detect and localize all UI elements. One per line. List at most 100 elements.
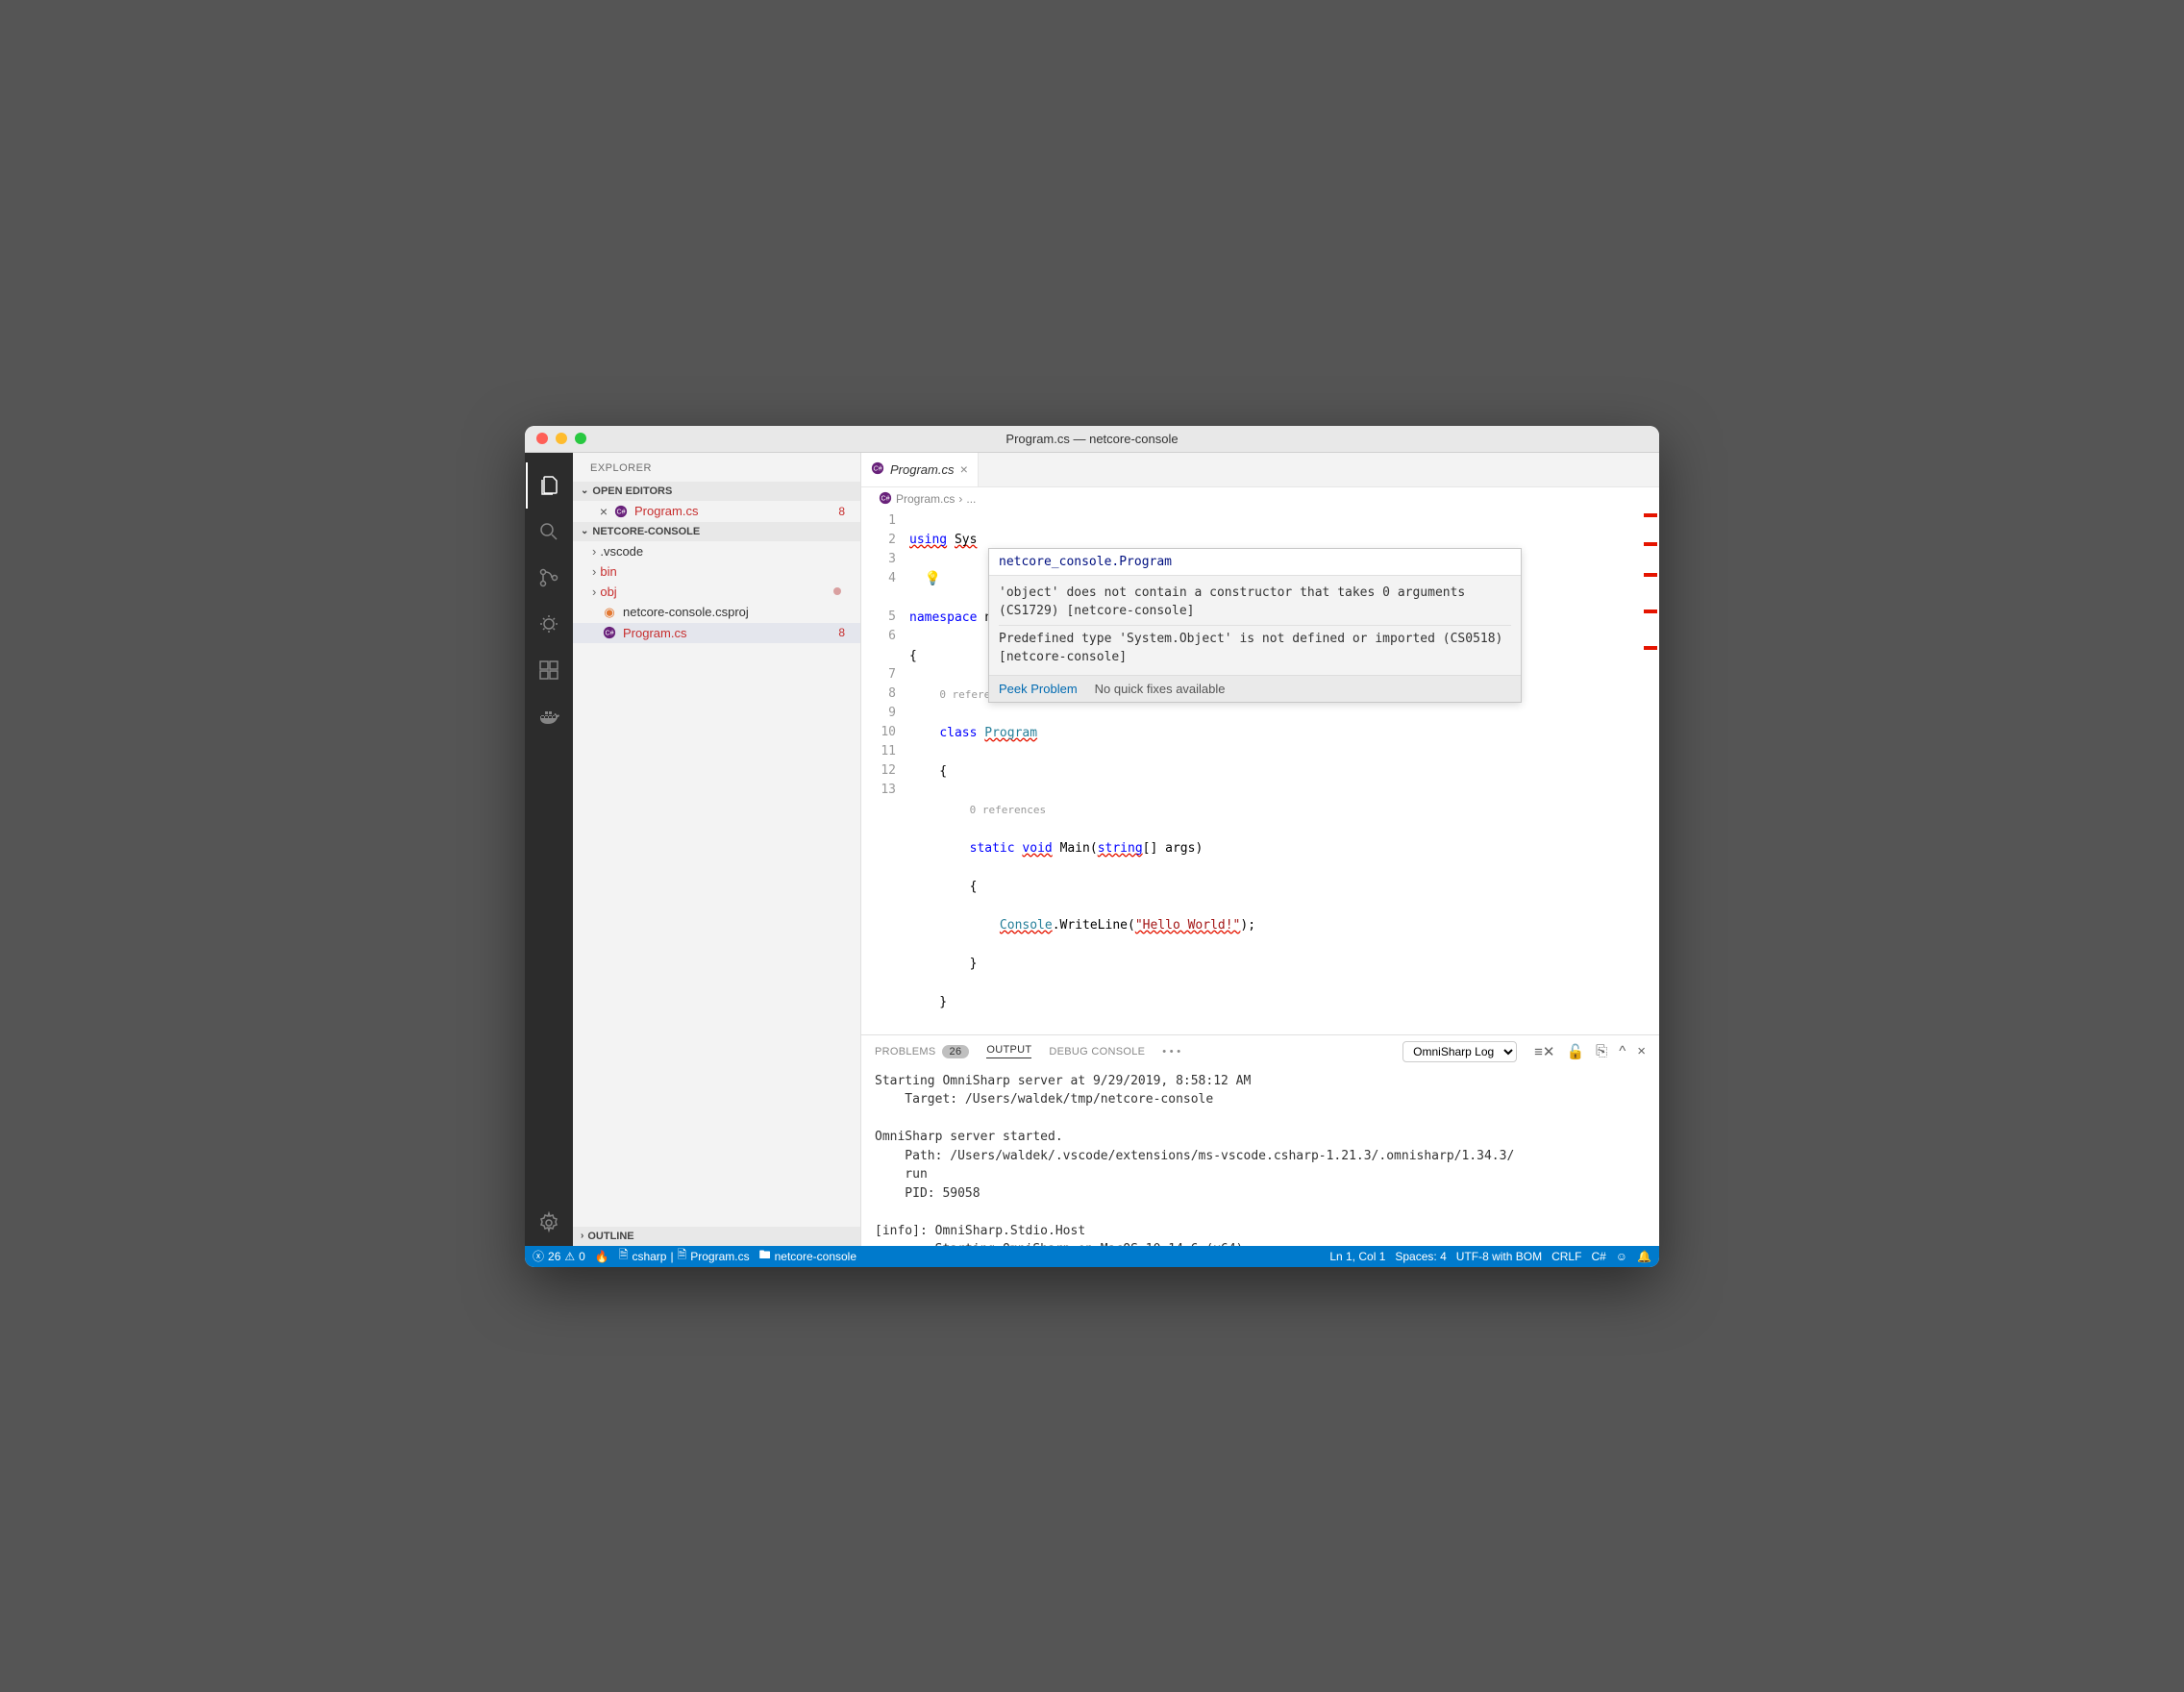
close-panel-icon[interactable]: × bbox=[1637, 1043, 1646, 1060]
minimize-window-button[interactable] bbox=[556, 433, 567, 444]
no-quick-fix-label: No quick fixes available bbox=[1095, 682, 1226, 696]
settings-gear-icon[interactable] bbox=[526, 1200, 572, 1246]
debug-icon[interactable] bbox=[526, 601, 572, 647]
flame-icon: 🔥 bbox=[595, 1250, 609, 1263]
breadcrumb-separator: › bbox=[958, 492, 962, 506]
file-csproj[interactable]: ◉ netcore-console.csproj bbox=[573, 602, 860, 623]
overview-ruler[interactable] bbox=[1642, 511, 1659, 1034]
breadcrumb[interactable]: C# Program.cs › ... bbox=[861, 487, 1659, 511]
folder-icon: 🖿 bbox=[759, 1246, 771, 1266]
svg-text:C#: C# bbox=[881, 495, 890, 502]
code-lens[interactable]: 0 references bbox=[970, 804, 1046, 816]
project-header[interactable]: ⌄ NETCORE-CONSOLE bbox=[573, 522, 860, 541]
status-errors[interactable]: ⓧ26 ⚠0 bbox=[533, 1248, 585, 1264]
file-icon: 🗎 bbox=[678, 1246, 687, 1266]
source-control-icon[interactable] bbox=[526, 555, 572, 601]
csharp-file-icon: C# bbox=[602, 626, 617, 639]
maximize-window-button[interactable] bbox=[575, 433, 586, 444]
explorer-title: EXPLORER bbox=[573, 453, 860, 482]
explorer-icon[interactable] bbox=[526, 462, 572, 509]
clear-output-icon[interactable]: ≡✕ bbox=[1534, 1043, 1554, 1060]
tab-problems[interactable]: PROBLEMS 26 bbox=[875, 1045, 969, 1058]
file-icon: 🗎 bbox=[619, 1246, 629, 1266]
output-log[interactable]: Starting OmniSharp server at 9/29/2019, … bbox=[861, 1068, 1659, 1246]
hover-symbol: netcore_console.Program bbox=[989, 549, 1521, 576]
tab-bar: C# Program.cs × bbox=[861, 453, 1659, 487]
status-eol[interactable]: CRLF bbox=[1551, 1250, 1581, 1263]
panel-overflow-menu[interactable]: • • • bbox=[1162, 1046, 1180, 1058]
explorer-sidebar: EXPLORER ⌄ OPEN EDITORS × C# Program.cs … bbox=[573, 453, 861, 1246]
hover-actions: Peek Problem No quick fixes available bbox=[989, 675, 1521, 702]
close-icon[interactable]: × bbox=[596, 504, 611, 519]
hover-message: Predefined type 'System.Object' is not d… bbox=[999, 630, 1511, 667]
folder-bin[interactable]: › bin bbox=[573, 561, 860, 582]
traffic-lights bbox=[525, 433, 586, 444]
editor[interactable]: 1 2 3 4 5 6 7 8 9 10 11 12 13 bbox=[861, 511, 1659, 1034]
close-window-button[interactable] bbox=[536, 433, 548, 444]
smiley-icon: ☺ bbox=[1616, 1250, 1627, 1263]
status-folder[interactable]: 🖿netcore-console bbox=[759, 1246, 856, 1266]
outline-label: OUTLINE bbox=[587, 1231, 633, 1242]
chevron-down-icon: ⌄ bbox=[581, 485, 588, 496]
extensions-icon[interactable] bbox=[526, 647, 572, 693]
search-icon[interactable] bbox=[526, 509, 572, 555]
xml-file-icon: ◉ bbox=[602, 605, 617, 620]
problems-count-badge: 26 bbox=[942, 1045, 970, 1058]
close-tab-icon[interactable]: × bbox=[959, 461, 967, 477]
hover-tooltip: netcore_console.Program 'object' does no… bbox=[988, 548, 1522, 703]
status-notifications[interactable]: 🔔 bbox=[1637, 1250, 1651, 1263]
status-bar: ⓧ26 ⚠0 🔥 🗎csharp | 🗎Program.cs 🖿netcore-… bbox=[525, 1246, 1659, 1267]
open-file-icon[interactable]: ⎘ bbox=[1596, 1043, 1607, 1060]
csharp-file-icon: C# bbox=[871, 461, 884, 478]
error-icon: ⓧ bbox=[533, 1248, 544, 1264]
activity-bar bbox=[525, 453, 573, 1246]
output-label: OUTPUT bbox=[986, 1044, 1031, 1056]
hover-message: 'object' does not contain a constructor … bbox=[999, 584, 1511, 621]
status-flame[interactable]: 🔥 bbox=[595, 1250, 609, 1263]
error-count-badge: 8 bbox=[838, 505, 853, 518]
folder-vscode[interactable]: › .vscode bbox=[573, 541, 860, 561]
chevron-right-icon: › bbox=[592, 544, 596, 559]
status-encoding[interactable]: UTF-8 with BOM bbox=[1456, 1250, 1542, 1263]
status-language[interactable]: C# bbox=[1591, 1250, 1605, 1263]
svg-text:C#: C# bbox=[617, 509, 626, 515]
open-editor-item[interactable]: × C# Program.cs 8 bbox=[573, 501, 860, 522]
chevron-down-icon: ⌄ bbox=[581, 526, 588, 536]
bottom-panel: PROBLEMS 26 OUTPUT DEBUG CONSOLE • • • O… bbox=[861, 1034, 1659, 1246]
file-program[interactable]: C# Program.cs 8 bbox=[573, 623, 860, 643]
lightbulb-icon[interactable]: 💡 bbox=[925, 571, 941, 586]
folder-obj[interactable]: › obj bbox=[573, 582, 860, 602]
tab-debug-console[interactable]: DEBUG CONSOLE bbox=[1049, 1046, 1145, 1058]
output-channel-select[interactable]: OmniSharp Log bbox=[1402, 1041, 1517, 1062]
bell-icon: 🔔 bbox=[1637, 1250, 1651, 1263]
editor-group: C# Program.cs × C# Program.cs › ... 1 bbox=[861, 453, 1659, 1246]
chevron-right-icon: › bbox=[581, 1231, 583, 1241]
svg-text:C#: C# bbox=[874, 465, 882, 472]
maximize-panel-icon[interactable]: ^ bbox=[1619, 1043, 1626, 1060]
status-cursor-position[interactable]: Ln 1, Col 1 bbox=[1329, 1250, 1385, 1263]
modified-dot-icon bbox=[833, 587, 841, 595]
panel-tabs: PROBLEMS 26 OUTPUT DEBUG CONSOLE • • • O… bbox=[861, 1035, 1659, 1068]
svg-text:C#: C# bbox=[606, 631, 614, 637]
tab-label: Program.cs bbox=[890, 462, 954, 477]
csharp-file-icon: C# bbox=[879, 491, 892, 508]
line-numbers: 1 2 3 4 5 6 7 8 9 10 11 12 13 bbox=[861, 511, 909, 1034]
status-feedback[interactable]: ☺ bbox=[1616, 1250, 1627, 1263]
open-editors-header[interactable]: ⌄ OPEN EDITORS bbox=[573, 482, 860, 501]
dots-icon: • • • bbox=[1162, 1046, 1180, 1058]
tab-program[interactable]: C# Program.cs × bbox=[861, 453, 979, 486]
debug-console-label: DEBUG CONSOLE bbox=[1049, 1046, 1145, 1058]
tab-output[interactable]: OUTPUT bbox=[986, 1044, 1031, 1058]
file-name: Program.cs bbox=[623, 626, 686, 640]
docker-icon[interactable] bbox=[526, 693, 572, 739]
outline-header[interactable]: › OUTLINE bbox=[573, 1227, 860, 1246]
status-csharp-project[interactable]: 🗎csharp | 🗎Program.cs bbox=[619, 1246, 750, 1266]
open-editors-label: OPEN EDITORS bbox=[592, 485, 672, 497]
file-name: netcore-console.csproj bbox=[623, 605, 749, 619]
folder-name: .vscode bbox=[600, 544, 643, 559]
status-indent[interactable]: Spaces: 4 bbox=[1395, 1250, 1446, 1263]
lock-scroll-icon[interactable]: 🔓 bbox=[1566, 1043, 1584, 1060]
error-count-badge: 8 bbox=[838, 626, 853, 639]
peek-problem-link[interactable]: Peek Problem bbox=[999, 682, 1078, 696]
folder-name: bin bbox=[600, 564, 616, 579]
